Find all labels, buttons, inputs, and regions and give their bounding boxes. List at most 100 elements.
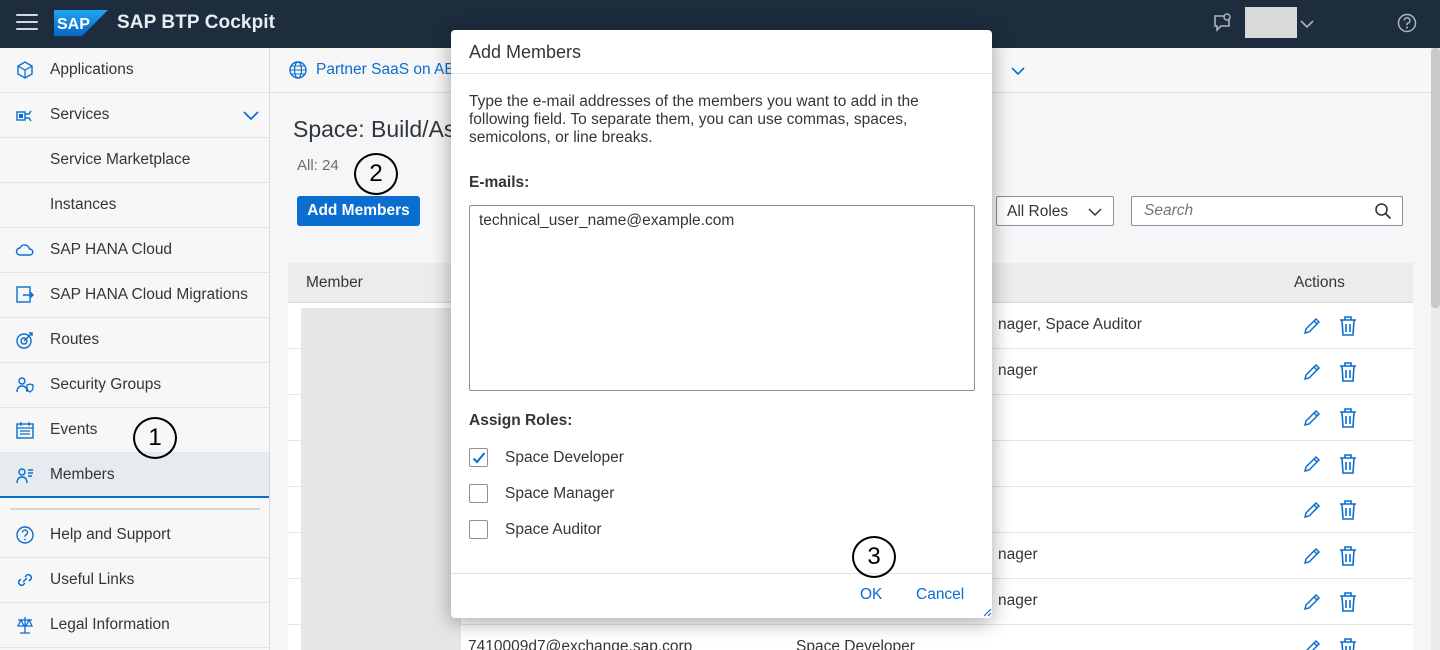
column-header-member: Member	[306, 274, 363, 291]
feedback-icon[interactable]	[1212, 13, 1232, 33]
delete-icon[interactable]	[1338, 315, 1358, 337]
assign-roles-label: Assign Roles:	[469, 412, 573, 429]
routes-icon	[16, 332, 33, 349]
sap-logo[interactable]: SAP	[54, 10, 108, 36]
delete-icon[interactable]	[1338, 361, 1358, 383]
members-icon	[16, 467, 33, 483]
globe-icon	[289, 61, 307, 79]
role-label: Space Manager	[505, 485, 615, 502]
row-roles: Space Developer	[796, 638, 915, 650]
edit-icon[interactable]	[1302, 316, 1322, 336]
help-icon	[16, 526, 34, 544]
step-callout-1: 1	[133, 417, 177, 459]
space-manager-checkbox[interactable]	[469, 484, 488, 503]
link-icon	[17, 573, 33, 587]
sidebar-item-label: Instances	[50, 196, 117, 213]
sidebar-item-useful-links[interactable]: Useful Links	[0, 558, 269, 603]
migrations-icon	[16, 286, 34, 303]
legal-icon	[16, 617, 34, 634]
role-label: Space Developer	[505, 449, 624, 466]
sidebar-item-label: Services	[50, 106, 110, 123]
breadcrumb-subaccount-link[interactable]: Partner SaaS on AB	[316, 61, 455, 79]
search-icon[interactable]	[1374, 202, 1392, 220]
sap-logo-text: SAP	[57, 16, 90, 33]
sidebar-item-label: SAP HANA Cloud Migrations	[50, 286, 248, 303]
delete-icon[interactable]	[1338, 545, 1358, 567]
menu-icon[interactable]	[16, 14, 38, 32]
sidebar-item-instances[interactable]: Instances	[0, 183, 269, 228]
row-roles: nager, Space Auditor	[998, 316, 1142, 333]
sidebar-item-sap-hana-cloud-migrations[interactable]: SAP HANA Cloud Migrations	[0, 273, 269, 318]
edit-icon[interactable]	[1302, 546, 1322, 566]
scrollbar-thumb[interactable]	[1431, 48, 1440, 308]
resize-handle-icon[interactable]	[982, 607, 992, 617]
sidebar-item-members[interactable]: Members	[0, 453, 269, 498]
row-roles: nager	[998, 546, 1038, 563]
edit-icon[interactable]	[1302, 454, 1322, 474]
applications-icon	[17, 61, 33, 79]
edit-icon[interactable]	[1302, 592, 1322, 612]
sidebar-item-label: Service Marketplace	[50, 151, 191, 168]
member-count: All: 24	[297, 157, 339, 174]
role-space-manager[interactable]: Space Manager	[469, 483, 769, 505]
roles-filter-value: All Roles	[1007, 203, 1069, 220]
role-label: Space Auditor	[505, 521, 602, 538]
delete-icon[interactable]	[1338, 591, 1358, 613]
help-icon[interactable]	[1397, 13, 1417, 33]
edit-icon[interactable]	[1302, 362, 1322, 382]
dialog-footer: OK Cancel	[451, 573, 992, 618]
add-members-dialog: Add Members Type the e-mail addresses of…	[451, 30, 992, 618]
edit-icon[interactable]	[1302, 500, 1322, 520]
sidebar-item-help-and-support[interactable]: Help and Support	[0, 513, 269, 558]
chevron-down-icon	[1088, 208, 1102, 217]
security-groups-icon	[16, 377, 34, 393]
services-icon	[16, 110, 32, 122]
space-developer-checkbox[interactable]	[469, 448, 488, 467]
dialog-title: Add Members	[469, 42, 582, 62]
chevron-down-icon[interactable]	[1010, 63, 1026, 79]
sidebar-item-services[interactable]: Services	[0, 93, 269, 138]
sidebar-item-label: Legal Information	[50, 616, 170, 633]
sidebar-item-routes[interactable]: Routes	[0, 318, 269, 363]
role-space-auditor[interactable]: Space Auditor	[469, 519, 769, 541]
redacted-member-column	[301, 308, 461, 650]
checkmark-icon	[472, 452, 486, 464]
step-callout-2: 2	[354, 153, 398, 195]
sidebar-item-label: Members	[50, 465, 115, 483]
delete-icon[interactable]	[1338, 499, 1358, 521]
sidebar-item-label: Routes	[50, 331, 100, 348]
sidebar-item-service-marketplace[interactable]: Service Marketplace	[0, 138, 269, 183]
role-space-developer[interactable]: Space Developer	[469, 447, 769, 469]
dialog-header: Add Members	[451, 30, 992, 74]
chevron-down-icon[interactable]	[1299, 16, 1315, 32]
row-roles: nager	[998, 592, 1038, 609]
roles-filter-select[interactable]: All Roles	[996, 196, 1114, 226]
app-title: SAP BTP Cockpit	[117, 12, 276, 33]
delete-icon[interactable]	[1338, 453, 1358, 475]
row-roles: nager	[998, 362, 1038, 379]
dialog-description: Type the e-mail addresses of the members…	[469, 93, 919, 146]
search-input[interactable]	[1131, 196, 1403, 226]
cancel-button[interactable]: Cancel	[916, 586, 964, 604]
step-callout-3: 3	[852, 536, 896, 578]
emails-field[interactable]: technical_user_name@example.com	[469, 205, 975, 391]
delete-icon[interactable]	[1338, 637, 1358, 650]
edit-icon[interactable]	[1302, 408, 1322, 428]
sidebar-item-label: Events	[50, 421, 98, 438]
sidebar-item-label: Applications	[50, 61, 134, 78]
ok-button[interactable]: OK	[860, 586, 882, 604]
delete-icon[interactable]	[1338, 407, 1358, 429]
user-avatar[interactable]	[1245, 7, 1297, 38]
sidebar-item-sap-hana-cloud[interactable]: SAP HANA Cloud	[0, 228, 269, 273]
chevron-down-icon[interactable]	[242, 106, 260, 124]
row-email: 7410009d7@exchange.sap.corp	[468, 638, 693, 650]
sidebar-item-label: Security Groups	[50, 376, 162, 393]
sidebar-item-label: Help and Support	[50, 526, 171, 543]
sidebar-item-legal-information[interactable]: Legal Information	[0, 603, 269, 648]
sidebar-item-label: Useful Links	[50, 571, 135, 588]
sidebar-item-security-groups[interactable]: Security Groups	[0, 363, 269, 408]
space-auditor-checkbox[interactable]	[469, 520, 488, 539]
edit-icon[interactable]	[1302, 638, 1322, 650]
sidebar-item-applications[interactable]: Applications	[0, 48, 269, 93]
add-members-button[interactable]: Add Members	[297, 196, 420, 226]
